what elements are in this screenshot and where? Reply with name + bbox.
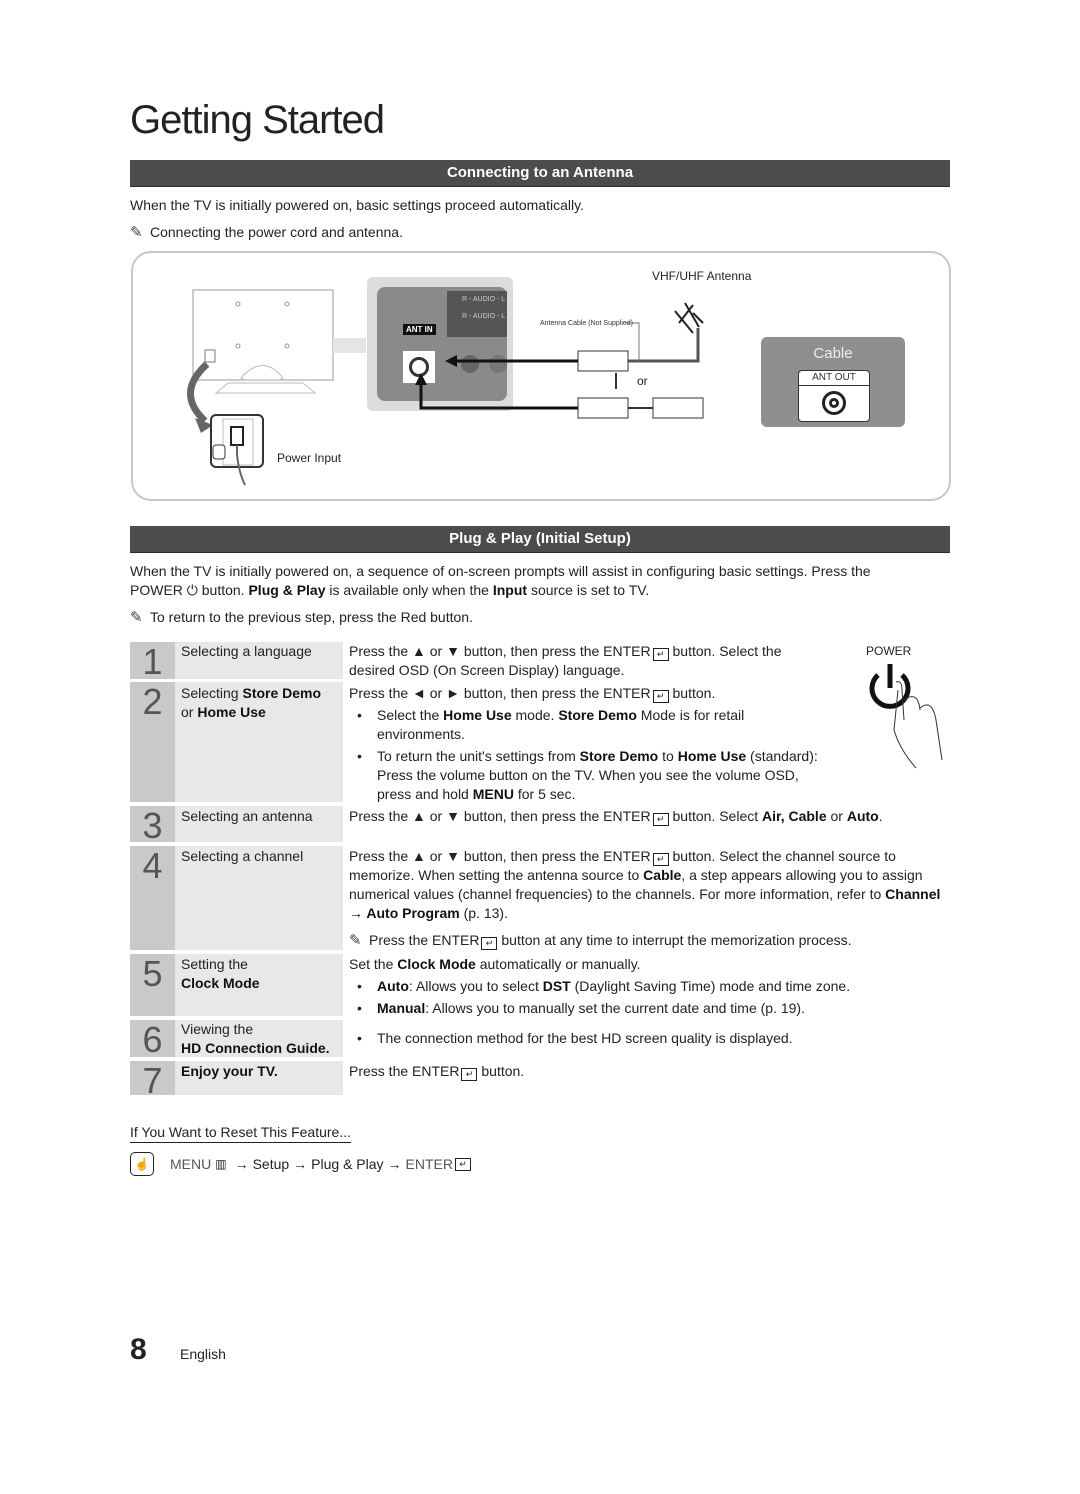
step-desc: Press the ◄ or ► button, then press the …: [349, 684, 819, 804]
power-button-hand-icon: [869, 664, 943, 769]
antenna-intro: When the TV is initially powered on, bas…: [130, 197, 584, 213]
antenna-note-text: Connecting the power cord and antenna.: [150, 224, 403, 240]
step-desc: Set the Clock Mode automatically or manu…: [349, 955, 949, 1018]
step-label: Viewing the HD Connection Guide.: [175, 1020, 343, 1057]
enter-icon: ↵: [455, 1157, 471, 1171]
enter-icon: ↵: [652, 813, 669, 826]
step-number: 4: [130, 846, 175, 950]
bullet-item: Auto: Allows you to select DST (Daylight…: [349, 977, 949, 996]
reset-menu-path: ☝ MENU ▥ → Setup → Plug & Play → ENTER ↵: [130, 1152, 471, 1176]
step-desc: Press the ▲ or ▼ button, then press the …: [349, 643, 782, 678]
bullet-item: The connection method for the best HD sc…: [349, 1029, 949, 1048]
step-note: ✎ Press the ENTER ↵ button at any time to …: [349, 932, 852, 950]
cable-box: Cable ANT OUT: [761, 337, 905, 427]
reset-title: If You Want to Reset This Feature...: [130, 1124, 352, 1143]
step-desc: The connection method for the best HD sc…: [349, 1026, 949, 1048]
remote-hand-icon: ☝: [130, 1152, 154, 1176]
bullet-item: To return the unit's settings from Store…: [349, 747, 819, 804]
page-language: English: [180, 1346, 226, 1362]
step-desc: Press the ▲ or ▼ button, then press the …: [349, 847, 949, 950]
step-desc: Press the ▲ or ▼ button, then press the …: [349, 808, 883, 826]
coax-jack-icon: [822, 391, 846, 415]
step-number: 2: [130, 682, 175, 802]
cable-title: Cable: [813, 345, 853, 362]
ant-out-label: ANT OUT: [799, 371, 869, 386]
antenna-cable-note: Antenna Cable (Not Supplied): [540, 320, 634, 327]
enter-icon: ↵: [652, 690, 669, 703]
power-graphic-label: POWER: [866, 644, 912, 658]
section-header-plug-play: Plug & Play (Initial Setup): [130, 526, 950, 553]
power-input-label: Power Input: [277, 451, 342, 465]
step-desc: Press the ENTER ↵ button.: [349, 1063, 525, 1081]
step-number: 5: [130, 954, 175, 1016]
vhf-uhf-antenna-label: VHF/UHF Antenna: [652, 269, 752, 283]
bullet-item: Manual: Allows you to manually set the c…: [349, 999, 949, 1018]
plug-play-note: ✎ To return to the previous step, press t…: [130, 609, 473, 626]
page-number: 8: [130, 1333, 147, 1366]
step-label: Selecting a language: [175, 642, 343, 679]
enter-icon: ↵: [652, 853, 669, 866]
menu-icon: ▥: [215, 1157, 227, 1171]
step-number: 1: [130, 642, 175, 682]
pencil-note-icon: ✎: [349, 932, 362, 949]
ant-out-port: ANT OUT: [798, 370, 870, 422]
pencil-note-icon: ✎: [130, 609, 143, 626]
enter-icon: ↵: [652, 648, 669, 661]
step-label: Setting the Clock Mode: [175, 954, 343, 1016]
power-icon: ⏻: [186, 582, 198, 598]
step-label: Selecting Store Demo or Home Use: [175, 682, 343, 802]
bullet-item: Select the Home Use mode. Store Demo Mod…: [349, 706, 819, 744]
step-label: Selecting a channel: [175, 846, 343, 950]
page-title: Getting Started: [130, 98, 385, 142]
or-label: or: [637, 374, 648, 388]
step-number: 3: [130, 806, 175, 846]
step-number: 7: [130, 1061, 175, 1101]
enter-icon: ↵: [481, 937, 498, 950]
section-header-antenna: Connecting to an Antenna: [130, 160, 950, 187]
plug-play-intro: When the TV is initially powered on, a s…: [130, 563, 871, 598]
antenna-cables: [415, 302, 704, 419]
step-label: Enjoy your TV.: [175, 1061, 343, 1095]
enter-icon: ↵: [461, 1068, 478, 1081]
pencil-note-icon: ✎: [130, 224, 143, 241]
antenna-note: ✎ Connecting the power cord and antenna.: [130, 223, 403, 242]
step-number: 6: [130, 1020, 175, 1060]
step-label: Selecting an antenna: [175, 806, 343, 842]
